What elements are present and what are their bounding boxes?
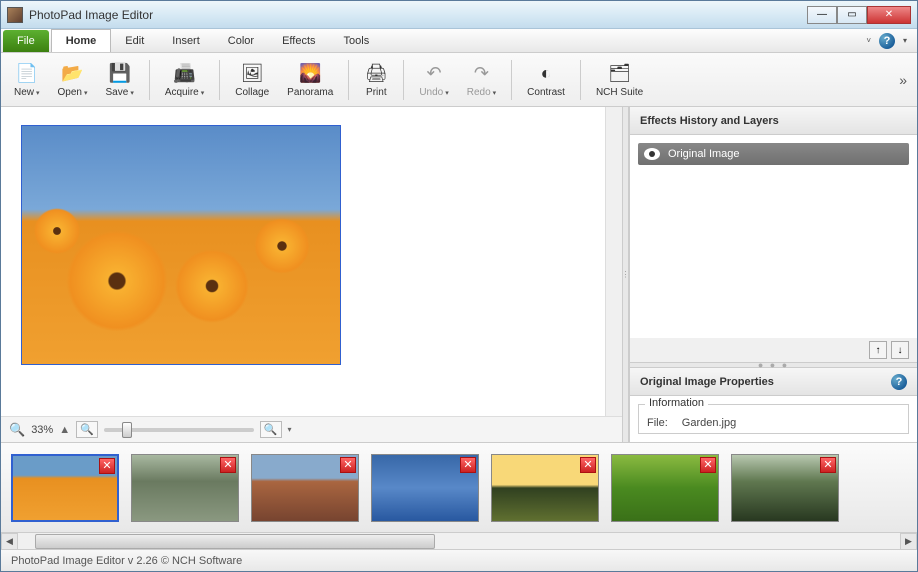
zoom-fit-icon[interactable]: ▲ [59, 424, 70, 436]
app-icon [7, 7, 23, 23]
help-dropdown-icon[interactable]: ▾ [903, 36, 907, 45]
thumbnail-close-button[interactable]: ✕ [460, 457, 476, 473]
thumbnail-close-button[interactable]: ✕ [220, 457, 236, 473]
status-text: PhotoPad Image Editor v 2.26 © NCH Softw… [11, 555, 242, 567]
zoom-level: 33% [31, 424, 53, 436]
suite-icon: 🗂 [608, 61, 632, 85]
layer-label: Original Image [668, 148, 740, 160]
zoom-in-button[interactable]: 🔍 [260, 421, 282, 438]
canvas-zone: 🔍 33% ▲ 🔍 🔍 ▾ [1, 107, 622, 442]
chevron-down-icon[interactable]: ˅ [866, 36, 871, 45]
open-button[interactable]: 📂Open▾ [49, 58, 97, 101]
contrast-icon: ◐ [534, 61, 558, 85]
printer-icon: 🖨 [364, 61, 388, 85]
canvas[interactable] [1, 107, 605, 416]
horizontal-scrollbar[interactable]: ◀ ▶ [1, 532, 917, 549]
canvas-image[interactable] [21, 125, 341, 365]
nch-suite-button[interactable]: 🗂NCH Suite [587, 58, 652, 101]
history-panel-body: Original Image [630, 135, 917, 338]
info-legend: Information [645, 397, 708, 409]
layer-up-button[interactable]: ↑ [869, 341, 887, 359]
thumbnail-garden-flowers[interactable]: ✕ [11, 454, 119, 522]
visibility-icon[interactable] [644, 148, 660, 160]
thumbnail-ocean-sky[interactable]: ✕ [371, 454, 479, 522]
close-button[interactable]: ✕ [867, 6, 911, 24]
redo-button[interactable]: ↷Redo▾ [458, 58, 505, 101]
thumbnail-strip: ✕ ✕ ✕ ✕ ✕ ✕ ✕ [1, 442, 917, 532]
redo-icon: ↷ [469, 61, 493, 85]
tab-color[interactable]: Color [214, 29, 268, 52]
save-button[interactable]: 💾Save▾ [97, 58, 143, 101]
new-button[interactable]: 📄New▾ [5, 58, 49, 101]
tab-home[interactable]: Home [51, 29, 112, 52]
zoom-slider[interactable] [104, 428, 254, 432]
properties-panel-header: Original Image Properties ? [630, 368, 917, 396]
contrast-button[interactable]: ◐Contrast [518, 58, 574, 101]
scanner-icon: 📠 [173, 61, 197, 85]
minimize-button[interactable]: — [807, 6, 837, 24]
properties-panel-body: Information File: Garden.jpg [630, 396, 917, 442]
new-document-icon: 📄 [15, 61, 39, 85]
tab-effects[interactable]: Effects [268, 29, 329, 52]
zoom-out-button[interactable]: 🔍 [76, 421, 98, 438]
scroll-left-icon[interactable]: ◀ [1, 533, 18, 550]
layer-down-button[interactable]: ↓ [891, 341, 909, 359]
tab-file[interactable]: File [3, 30, 49, 52]
toolbar-overflow-icon[interactable]: » [893, 72, 913, 88]
zoom-slider-thumb[interactable] [122, 422, 132, 438]
thumbnail-sunset-tree[interactable]: ✕ [491, 454, 599, 522]
thumbnail-close-button[interactable]: ✕ [580, 457, 596, 473]
vertical-scrollbar[interactable] [605, 107, 622, 416]
statusbar: PhotoPad Image Editor v 2.26 © NCH Softw… [1, 549, 917, 571]
toolbar: 📄New▾ 📂Open▾ 💾Save▾ 📠Acquire▾ 🖼Collage 🌄… [1, 53, 917, 107]
collage-button[interactable]: 🖼Collage [226, 58, 278, 101]
floppy-disk-icon: 💾 [108, 61, 132, 85]
undo-button[interactable]: ↶Undo▾ [410, 58, 457, 101]
acquire-button[interactable]: 📠Acquire▾ [156, 58, 213, 101]
tab-tools[interactable]: Tools [330, 29, 384, 52]
thumbnail-river-valley[interactable]: ✕ [131, 454, 239, 522]
thumbnail-forest-path[interactable]: ✕ [731, 454, 839, 522]
file-value: Garden.jpg [682, 417, 736, 429]
thumbnail-close-button[interactable]: ✕ [99, 458, 115, 474]
zoom-bar: 🔍 33% ▲ 🔍 🔍 ▾ [1, 416, 622, 442]
magnifier-icon: 🔍 [9, 422, 25, 438]
window-title: PhotoPad Image Editor [29, 8, 807, 22]
panorama-icon: 🌄 [298, 61, 322, 85]
menubar: File Home Edit Insert Color Effects Tool… [1, 29, 917, 53]
tab-edit[interactable]: Edit [111, 29, 158, 52]
collage-icon: 🖼 [240, 61, 264, 85]
file-label: File: [647, 417, 668, 429]
scroll-right-icon[interactable]: ▶ [900, 533, 917, 550]
scrollbar-thumb[interactable] [35, 534, 435, 549]
workarea: 🔍 33% ▲ 🔍 🔍 ▾ ⋮ Effects History and Laye… [1, 107, 917, 442]
help-icon[interactable]: ? [879, 33, 895, 49]
panorama-button[interactable]: 🌄Panorama [278, 58, 342, 101]
chevron-down-icon[interactable]: ▾ [288, 425, 292, 434]
layer-original[interactable]: Original Image [638, 143, 909, 165]
undo-icon: ↶ [422, 61, 446, 85]
thumbnail-green-leaves[interactable]: ✕ [611, 454, 719, 522]
history-panel-header: Effects History and Layers [630, 107, 917, 135]
thumbnail-close-button[interactable]: ✕ [700, 457, 716, 473]
app-window: PhotoPad Image Editor — ▭ ✕ File Home Ed… [0, 0, 918, 572]
panel-help-icon[interactable]: ? [891, 374, 907, 390]
tab-insert[interactable]: Insert [158, 29, 214, 52]
titlebar: PhotoPad Image Editor — ▭ ✕ [1, 1, 917, 29]
right-panel: Effects History and Layers Original Imag… [629, 107, 917, 442]
print-button[interactable]: 🖨Print [355, 58, 397, 101]
thumbnail-close-button[interactable]: ✕ [340, 457, 356, 473]
maximize-button[interactable]: ▭ [837, 6, 867, 24]
thumbnail-close-button[interactable]: ✕ [820, 457, 836, 473]
folder-open-icon: 📂 [61, 61, 85, 85]
thumbnail-desert-butte[interactable]: ✕ [251, 454, 359, 522]
vertical-splitter[interactable]: ⋮ [622, 107, 629, 442]
